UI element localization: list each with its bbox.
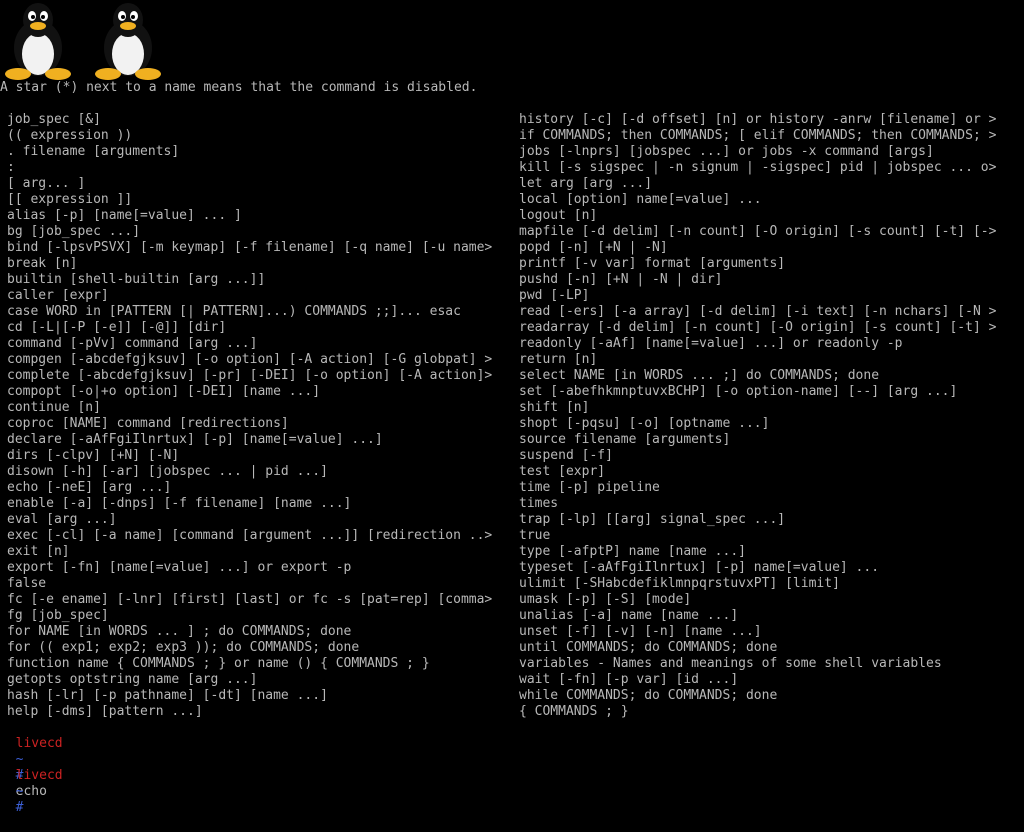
- builtin-entry: trap [-lp] [[arg] signal_spec ...]: [519, 512, 786, 527]
- builtin-entry: job_spec [&]: [7, 112, 101, 127]
- builtin-entry: readarray [-d delim] [-n count] [-O orig…: [519, 320, 997, 335]
- builtin-entry: cd [-L|[-P [-e]] [-@]] [dir]: [7, 320, 227, 335]
- builtin-entry: while COMMANDS; do COMMANDS; done: [519, 688, 778, 703]
- builtin-entry: echo [-neE] [arg ...]: [7, 480, 172, 495]
- prompt-line-current[interactable]: livecd ~ #: [0, 752, 63, 815]
- builtin-list-left: job_spec [&](( expression )). filename […: [7, 112, 513, 720]
- builtin-entry: [[ expression ]]: [7, 192, 133, 207]
- builtin-entry: wait [-fn] [-p var] [id ...]: [519, 672, 739, 687]
- builtin-entry: continue [n]: [7, 400, 101, 415]
- builtin-entry: printf [-v var] format [arguments]: [519, 256, 786, 271]
- builtin-entry: history [-c] [-d offset] [n] or history …: [519, 112, 997, 127]
- builtin-entry: return [n]: [519, 352, 598, 367]
- builtin-entry: kill [-s sigspec | -n signum | -sigspec]…: [519, 160, 997, 175]
- builtin-entry: export [-fn] [name[=value] ...] or expor…: [7, 560, 352, 575]
- builtin-entry: ulimit [-SHabcdefiklmnpqrstuvxPT] [limit…: [519, 576, 840, 591]
- builtin-entry: times: [519, 496, 559, 511]
- builtin-entry: help [-dms] [pattern ...]: [7, 704, 203, 719]
- builtin-entry: fg [job_spec]: [7, 608, 109, 623]
- builtin-entry: shift [n]: [519, 400, 590, 415]
- builtin-entry: declare [-aAfFgiIlnrtux] [-p] [name[=val…: [7, 432, 383, 447]
- prompt-symbol: #: [15, 800, 24, 815]
- prompt-path: ~: [15, 784, 24, 799]
- builtin-entry: if COMMANDS; then COMMANDS; [ elif COMMA…: [519, 128, 997, 143]
- builtin-entry: :: [7, 160, 15, 175]
- builtin-entry: (( expression )): [7, 128, 133, 143]
- builtin-entry: pushd [-n] [+N | -N | dir]: [519, 272, 723, 287]
- builtin-entry: enable [-a] [-dnps] [-f filename] [name …: [7, 496, 352, 511]
- builtin-entry: break [n]: [7, 256, 78, 271]
- builtin-entry: select NAME [in WORDS ... ;] do COMMANDS…: [519, 368, 880, 383]
- builtin-entry: pwd [-LP]: [519, 288, 590, 303]
- prompt-host: livecd: [15, 768, 63, 783]
- builtin-entry: type [-afptP] name [name ...]: [519, 544, 746, 559]
- builtin-entry: false: [7, 576, 47, 591]
- builtin-entry: eval [arg ...]: [7, 512, 117, 527]
- builtin-entry: exec [-cl] [-a name] [command [argument …: [7, 528, 493, 543]
- builtin-entry: [ arg... ]: [7, 176, 86, 191]
- header-text: A star (*) next to a name means that the…: [0, 80, 478, 95]
- builtin-entry: complete [-abcdefgjksuv] [-pr] [-DEI] [-…: [7, 368, 493, 383]
- builtin-entry: source filename [arguments]: [519, 432, 731, 447]
- builtin-entry: until COMMANDS; do COMMANDS; done: [519, 640, 778, 655]
- builtin-entry: local [option] name[=value] ...: [519, 192, 762, 207]
- builtin-entry: unset [-f] [-v] [-n] [name ...]: [519, 624, 762, 639]
- builtin-entry: mapfile [-d delim] [-n count] [-O origin…: [519, 224, 997, 239]
- builtin-entry: fc [-e ename] [-lnr] [first] [last] or f…: [7, 592, 493, 607]
- builtin-entry: alias [-p] [name[=value] ... ]: [7, 208, 242, 223]
- builtin-entry: suspend [-f]: [519, 448, 613, 463]
- builtin-entry: unalias [-a] name [name ...]: [519, 608, 739, 623]
- builtin-entry: builtin [shell-builtin [arg ...]]: [7, 272, 266, 287]
- builtin-entry: dirs [-clpv] [+N] [-N]: [7, 448, 180, 463]
- builtin-entry: compgen [-abcdefgjksuv] [-o option] [-A …: [7, 352, 493, 367]
- prompt-line[interactable]: livecd ~ # echo: [0, 720, 63, 799]
- builtin-entry: for (( exp1; exp2; exp3 )); do COMMANDS;…: [7, 640, 360, 655]
- builtin-entry: command [-pVv] command [arg ...]: [7, 336, 258, 351]
- builtin-entry: set [-abefhkmnptuvxBCHP] [-o option-name…: [519, 384, 958, 399]
- builtin-entry: true: [519, 528, 551, 543]
- builtin-entry: function name { COMMANDS ; } or name () …: [7, 656, 430, 671]
- builtin-entry: hash [-lr] [-p pathname] [-dt] [name ...…: [7, 688, 328, 703]
- builtin-entry: caller [expr]: [7, 288, 109, 303]
- builtin-entry: umask [-p] [-S] [mode]: [519, 592, 692, 607]
- tux-logo-bar: [4, 0, 162, 80]
- tux-penguin-icon: [95, 3, 161, 80]
- builtin-entry: popd [-n] [+N | -N]: [519, 240, 668, 255]
- builtin-entry: coproc [NAME] command [redirections]: [7, 416, 289, 431]
- builtin-entry: bind [-lpsvPSVX] [-m keymap] [-f filenam…: [7, 240, 493, 255]
- builtin-entry: shopt [-pqsu] [-o] [optname ...]: [519, 416, 770, 431]
- builtin-entry: variables - Names and meanings of some s…: [519, 656, 942, 671]
- builtin-entry: compopt [-o|+o option] [-DEI] [name ...]: [7, 384, 321, 399]
- tux-penguin-icon: [5, 3, 71, 80]
- builtin-entry: case WORD in [PATTERN [| PATTERN]...) CO…: [7, 304, 461, 319]
- builtin-entry: . filename [arguments]: [7, 144, 180, 159]
- builtin-entry: exit [n]: [7, 544, 70, 559]
- builtin-entry: { COMMANDS ; }: [519, 704, 629, 719]
- builtin-entry: read [-ers] [-a array] [-d delim] [-i te…: [519, 304, 997, 319]
- builtin-entry: for NAME [in WORDS ... ] ; do COMMANDS; …: [7, 624, 352, 639]
- builtin-entry: time [-p] pipeline: [519, 480, 660, 495]
- builtin-list-right: history [-c] [-d offset] [n] or history …: [519, 112, 1024, 720]
- builtin-entry: bg [job_spec ...]: [7, 224, 141, 239]
- builtin-entry: readonly [-aAf] [name[=value] ...] or re…: [519, 336, 903, 351]
- builtin-entry: let arg [arg ...]: [519, 176, 653, 191]
- builtin-entry: typeset [-aAfFgiIlnrtux] [-p] name[=valu…: [519, 560, 880, 575]
- builtin-entry: jobs [-lnprs] [jobspec ...] or jobs -x c…: [519, 144, 934, 159]
- builtin-entry: test [expr]: [519, 464, 606, 479]
- builtin-entry: getopts optstring name [arg ...]: [7, 672, 258, 687]
- prompt-host: livecd: [15, 736, 63, 751]
- builtin-entry: logout [n]: [519, 208, 598, 223]
- builtin-entry: disown [-h] [-ar] [jobspec ... | pid ...…: [7, 464, 328, 479]
